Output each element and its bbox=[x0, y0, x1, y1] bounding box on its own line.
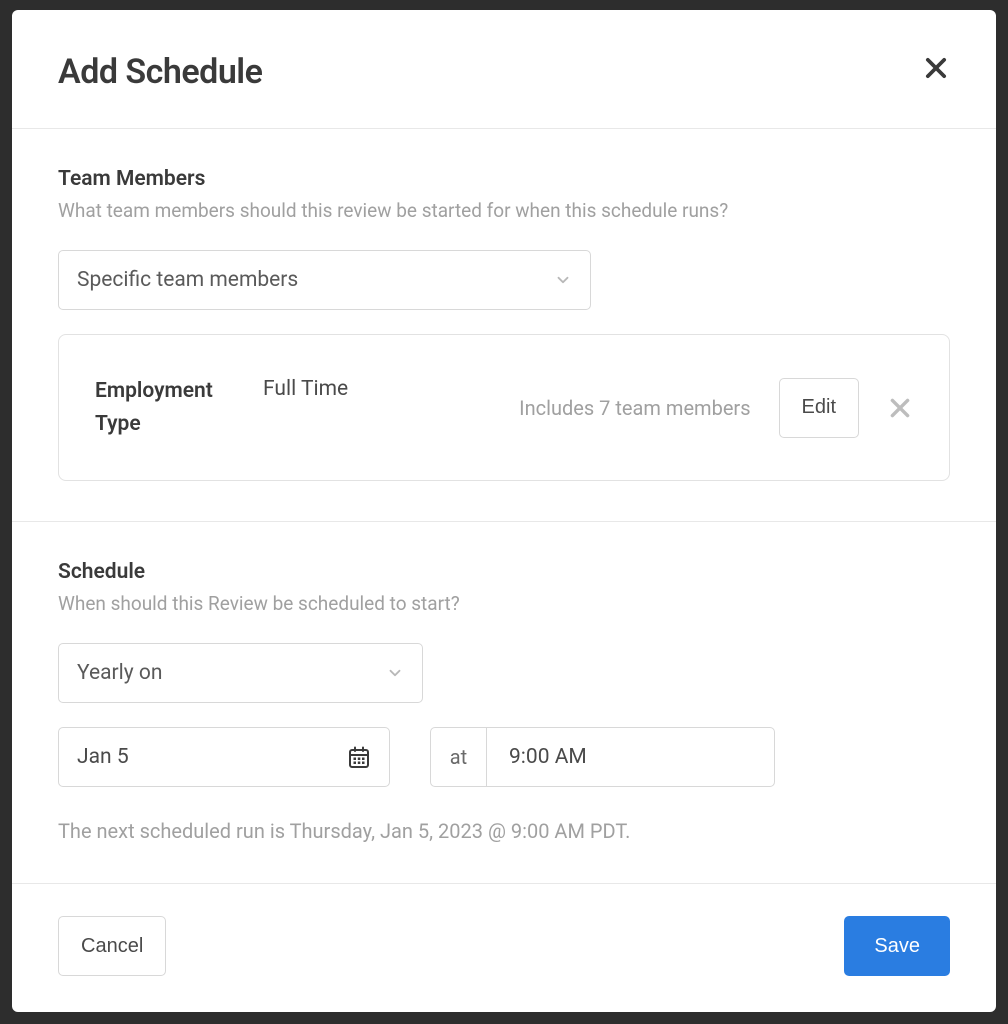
time-input-group: at 9:00 AM bbox=[430, 727, 775, 787]
at-label: at bbox=[431, 728, 487, 786]
date-value: Jan 5 bbox=[77, 745, 129, 769]
team-members-select[interactable]: Specific team members bbox=[58, 250, 591, 310]
schedule-desc: When should this Review be scheduled to … bbox=[58, 592, 950, 615]
schedule-datetime-row: Jan 5 a bbox=[58, 727, 950, 787]
remove-filter-icon[interactable] bbox=[887, 395, 913, 421]
chevron-down-icon bbox=[554, 271, 572, 289]
frequency-select[interactable]: Yearly on bbox=[58, 643, 423, 703]
team-members-title: Team Members bbox=[58, 167, 950, 191]
close-icon[interactable] bbox=[922, 54, 950, 82]
add-schedule-modal: Add Schedule Team Members What team memb… bbox=[12, 10, 996, 1012]
edit-filter-button[interactable]: Edit bbox=[779, 378, 859, 438]
filter-type-label: Employment Type bbox=[95, 375, 235, 440]
time-value: 9:00 AM bbox=[509, 745, 587, 769]
schedule-section: Schedule When should this Review be sche… bbox=[12, 522, 996, 884]
next-run-text: The next scheduled run is Thursday, Jan … bbox=[58, 819, 950, 843]
team-filter-card: Employment Type Full Time Includes 7 tea… bbox=[58, 334, 950, 481]
team-members-section: Team Members What team members should th… bbox=[12, 129, 996, 522]
time-input[interactable]: 9:00 AM bbox=[487, 728, 774, 786]
modal-title: Add Schedule bbox=[58, 52, 262, 92]
chevron-down-icon bbox=[386, 664, 404, 682]
calendar-icon bbox=[347, 745, 371, 769]
modal-header: Add Schedule bbox=[12, 10, 996, 129]
filter-includes-text: Includes 7 team members bbox=[519, 396, 750, 420]
frequency-value: Yearly on bbox=[77, 661, 162, 685]
date-input[interactable]: Jan 5 bbox=[58, 727, 390, 787]
filter-type-value: Full Time bbox=[263, 375, 348, 401]
save-button[interactable]: Save bbox=[844, 916, 950, 976]
schedule-title: Schedule bbox=[58, 560, 950, 584]
team-members-select-value: Specific team members bbox=[77, 268, 298, 292]
cancel-button[interactable]: Cancel bbox=[58, 916, 166, 976]
modal-footer: Cancel Save bbox=[12, 884, 996, 1012]
team-members-desc: What team members should this review be … bbox=[58, 199, 950, 222]
